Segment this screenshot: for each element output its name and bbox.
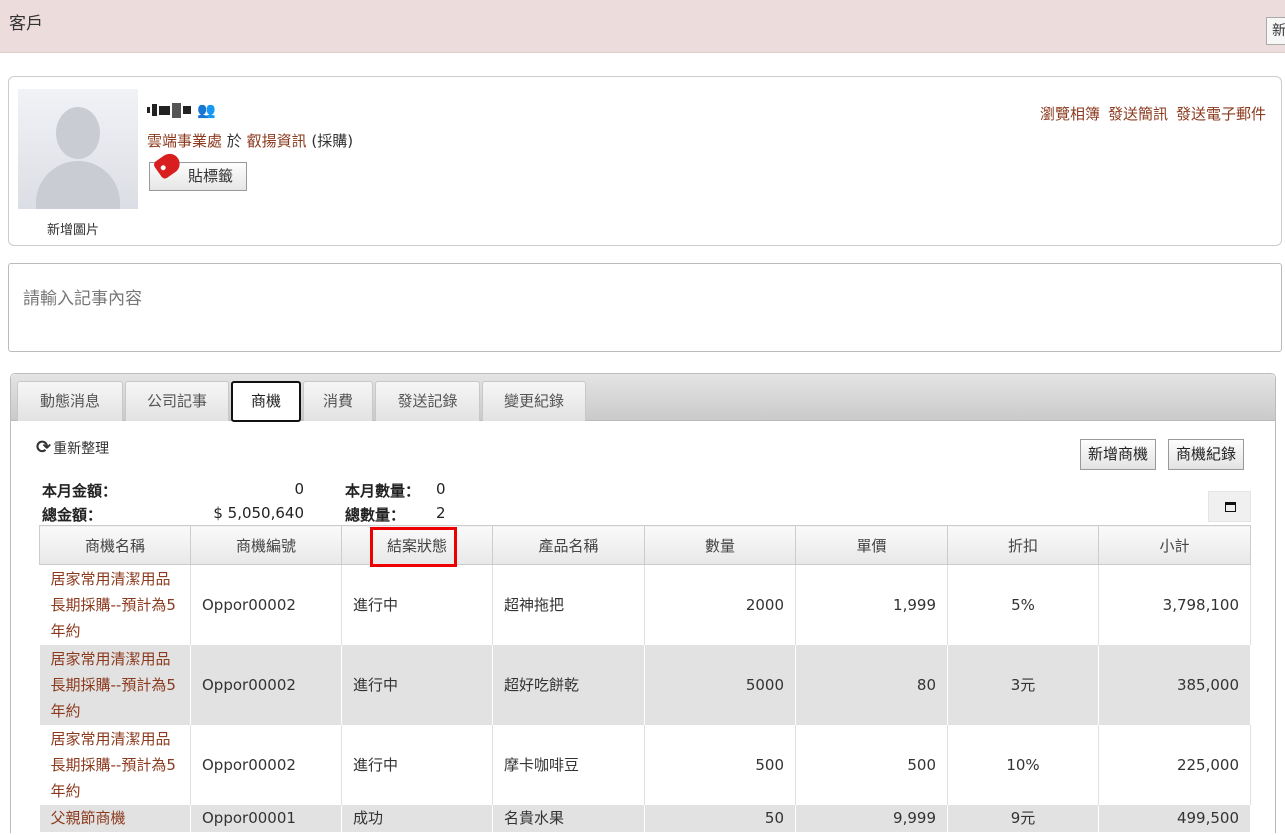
product-name: 摩卡咖啡豆: [492, 724, 645, 805]
department-link[interactable]: 雲端事業處: [147, 132, 222, 150]
opportunity-table: 商機名稱 商機編號 結案狀態 產品名稱 數量 單價 折扣 小計 居家常用清潔用品…: [39, 525, 1251, 832]
discount: 9元: [947, 804, 1099, 832]
new-button[interactable]: 新: [1266, 17, 1285, 45]
company-link[interactable]: 叡揚資訊: [247, 132, 307, 150]
total-amount-label: 總金額：: [42, 506, 103, 524]
opportunity-id: Oppor00002: [190, 644, 342, 725]
customer-name-redacted: 👥: [147, 99, 216, 121]
quantity: 500: [644, 724, 796, 805]
company-line: 雲端事業處 於 叡揚資訊 (採購): [147, 130, 353, 151]
add-tag-button[interactable]: 貼標籤: [149, 149, 247, 191]
col-subtotal[interactable]: 小計: [1098, 525, 1251, 565]
opportunity-name-link[interactable]: 居家常用清潔用品長期採購--預計為5年約: [39, 724, 191, 805]
opportunity-id: Oppor00001: [190, 804, 342, 832]
product-name: 名貴水果: [492, 804, 645, 832]
opportunity-name-link[interactable]: 居家常用清潔用品長期採購--預計為5年約: [39, 644, 191, 725]
close-status: 進行中: [341, 564, 493, 645]
discount: 10%: [947, 724, 1099, 805]
opportunity-name-link[interactable]: 父親節商機: [39, 804, 191, 832]
opportunity-id: Oppor00002: [190, 724, 342, 805]
add-tag-label: 貼標籤: [188, 167, 234, 185]
total-qty-label: 總數量：: [345, 506, 406, 524]
month-qty-value: 0: [436, 480, 446, 498]
tab-company-notes[interactable]: 公司記事: [125, 381, 229, 421]
discount: 5%: [947, 564, 1099, 645]
customer-profile-card: 新增圖片 👥 雲端事業處 於 叡揚資訊 (採購) 貼標籤 瀏覽相簿 發送簡訊 發…: [8, 76, 1282, 246]
col-quantity[interactable]: 數量: [644, 525, 796, 565]
subtotal: 225,000: [1098, 724, 1251, 805]
avatar-placeholder[interactable]: [18, 89, 138, 209]
table-row: 居家常用清潔用品長期採購--預計為5年約 Oppor00002 進行中 超神拖把…: [39, 564, 1251, 645]
total-amount-value: $ 5,050,640: [213, 504, 304, 522]
tab-change-log[interactable]: 變更紀錄: [482, 381, 586, 421]
col-opportunity-name[interactable]: 商機名稱: [39, 525, 191, 565]
col-opportunity-id[interactable]: 商機編號: [190, 525, 342, 565]
close-status: 進行中: [341, 644, 493, 725]
status-column-highlight: [370, 527, 457, 567]
avatar-body-shape: [36, 161, 120, 209]
refresh-label: 重新整理: [53, 440, 110, 457]
window-icon: [1225, 502, 1236, 512]
quantity: 5000: [644, 644, 796, 725]
month-amount-value: 0: [294, 480, 304, 498]
add-opportunity-button[interactable]: 新增商機: [1080, 439, 1157, 470]
unit-price: 500: [795, 724, 948, 805]
table-row: 父親節商機 Oppor00001 成功 名貴水果 50 9,999 9元 499…: [39, 804, 1251, 832]
tab-opportunities[interactable]: 商機: [231, 381, 301, 422]
refresh-icon: ⟳: [36, 437, 52, 458]
send-sms-link[interactable]: 發送簡訊: [1108, 103, 1168, 124]
close-status: 成功: [341, 804, 493, 832]
send-email-link[interactable]: 發送電子郵件: [1176, 103, 1266, 124]
note-input[interactable]: 請輸入記事內容: [8, 263, 1282, 352]
subtotal: 499,500: [1098, 804, 1251, 832]
contact-group-icon: 👥: [197, 101, 216, 119]
col-product-name[interactable]: 產品名稱: [492, 525, 645, 565]
unit-price: 1,999: [795, 564, 948, 645]
tab-send-records[interactable]: 發送記錄: [375, 381, 480, 421]
month-amount-label: 本月金額：: [42, 482, 118, 500]
col-unit-price[interactable]: 單價: [795, 525, 948, 565]
quantity: 2000: [644, 564, 796, 645]
opportunity-id: Oppor00002: [190, 564, 342, 645]
opportunity-log-button[interactable]: 商機紀錄: [1168, 439, 1245, 470]
avatar-head-shape: [56, 107, 100, 159]
product-name: 超神拖把: [492, 564, 645, 645]
total-qty-value: 2: [436, 504, 446, 522]
page-title: 客戶: [9, 14, 43, 34]
role-label: (採購): [311, 132, 354, 150]
unit-price: 80: [795, 644, 948, 725]
tab-strip: 動態消息 公司記事 商機 消費 發送記錄 變更紀錄: [11, 374, 1275, 422]
collapse-button[interactable]: [1208, 491, 1251, 522]
discount: 3元: [947, 644, 1099, 725]
product-name: 超好吃餅乾: [492, 644, 645, 725]
tag-icon: [152, 149, 184, 181]
col-discount[interactable]: 折扣: [947, 525, 1099, 565]
top-header: 客戶 新: [0, 0, 1285, 53]
subtotal: 385,000: [1098, 644, 1251, 725]
table-header-row: 商機名稱 商機編號 結案狀態 產品名稱 數量 單價 折扣 小計: [39, 525, 1251, 565]
unit-price: 9,999: [795, 804, 948, 832]
tab-news[interactable]: 動態消息: [17, 381, 123, 421]
refresh-link[interactable]: ⟳ 重新整理: [36, 437, 109, 458]
table-row: 居家常用清潔用品長期採購--預計為5年約 Oppor00002 進行中 摩卡咖啡…: [39, 724, 1251, 805]
table-row: 居家常用清潔用品長期採購--預計為5年約 Oppor00002 進行中 超好吃餅…: [39, 644, 1251, 725]
add-photo-link[interactable]: 新增圖片: [47, 219, 99, 238]
subtotal: 3,798,100: [1098, 564, 1251, 645]
profile-actions: 瀏覽相簿 發送簡訊 發送電子郵件: [1040, 103, 1266, 124]
quantity: 50: [644, 804, 796, 832]
tab-consumption[interactable]: 消費: [303, 381, 373, 421]
at-label: 於: [226, 132, 242, 150]
close-status: 進行中: [341, 724, 493, 805]
opportunity-name-link[interactable]: 居家常用清潔用品長期採購--預計為5年約: [39, 564, 191, 645]
browse-album-link[interactable]: 瀏覽相簿: [1040, 103, 1100, 124]
month-qty-label: 本月數量：: [345, 482, 421, 500]
